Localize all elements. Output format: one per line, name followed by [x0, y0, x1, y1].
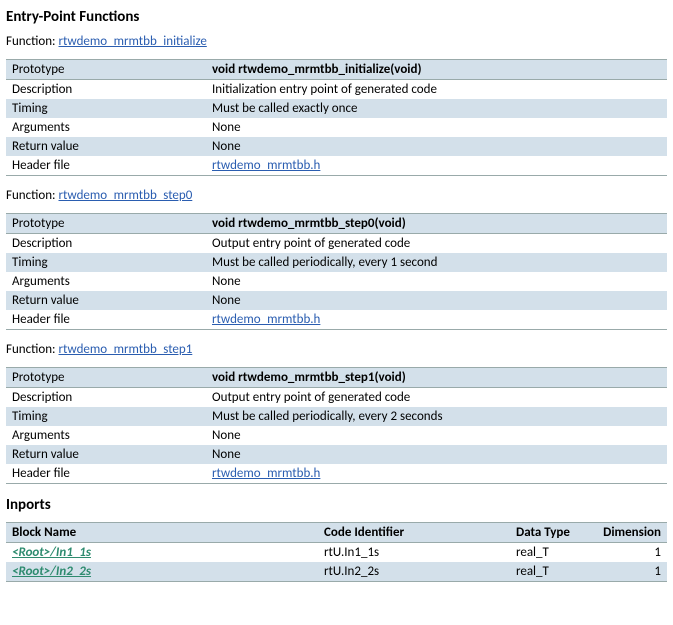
row-value: void rtwdemo_mrmtbb_step0(void) — [206, 214, 667, 234]
col-dimension: Dimension — [586, 523, 667, 543]
inport-link-in2[interactable]: <Root>/In2_2s — [12, 564, 91, 579]
row-value: Must be called periodically, every 2 sec… — [206, 407, 667, 426]
function-link-step0[interactable]: rtwdemo_mrmtbb_step0 — [59, 188, 193, 203]
row-value: None — [206, 291, 667, 310]
row-value: Output entry point of generated code — [206, 234, 667, 254]
header-file-link[interactable]: rtwdemo_mrmtbb.h — [212, 158, 320, 173]
col-data-type: Data Type — [510, 523, 586, 543]
row-value: None — [206, 118, 667, 137]
function-table-step1: Prototype void rtwdemo_mrmtbb_step1(void… — [6, 367, 667, 484]
row-value: rtwdemo_mrmtbb.h — [206, 464, 667, 484]
row-label: Description — [6, 234, 206, 254]
function-table-initialize: Prototype void rtwdemo_mrmtbb_initialize… — [6, 59, 667, 176]
inports-table: Block Name Code Identifier Data Type Dim… — [6, 522, 667, 582]
row-label: Timing — [6, 253, 206, 272]
row-value: None — [206, 272, 667, 291]
row-label: Header file — [6, 156, 206, 176]
function-link-initialize[interactable]: rtwdemo_mrmtbb_initialize — [59, 34, 207, 49]
cell-type: real_T — [510, 562, 586, 582]
col-code-id: Code Identifier — [318, 523, 510, 543]
function-label-line: Function: rtwdemo_mrmtbb_step0 — [6, 188, 667, 203]
function-label-line: Function: rtwdemo_mrmtbb_step1 — [6, 342, 667, 357]
function-link-step1[interactable]: rtwdemo_mrmtbb_step1 — [59, 342, 193, 357]
row-value: Initialization entry point of generated … — [206, 80, 667, 100]
row-value: void rtwdemo_mrmtbb_step1(void) — [206, 368, 667, 388]
row-label: Description — [6, 388, 206, 408]
cell-code: rtU.In2_2s — [318, 562, 510, 582]
row-value: Must be called periodically, every 1 sec… — [206, 253, 667, 272]
row-label: Header file — [6, 310, 206, 330]
inport-link-in1[interactable]: <Root>/In1_1s — [12, 545, 91, 560]
row-label: Arguments — [6, 272, 206, 291]
row-label: Prototype — [6, 214, 206, 234]
row-label: Return value — [6, 137, 206, 156]
row-label: Prototype — [6, 60, 206, 80]
col-block-name: Block Name — [6, 523, 318, 543]
row-label: Arguments — [6, 118, 206, 137]
row-value: rtwdemo_mrmtbb.h — [206, 310, 667, 330]
row-label: Prototype — [6, 368, 206, 388]
row-label: Description — [6, 80, 206, 100]
row-label: Arguments — [6, 426, 206, 445]
table-row: <Root>/In2_2s rtU.In2_2s real_T 1 — [6, 562, 667, 582]
header-file-link[interactable]: rtwdemo_mrmtbb.h — [212, 466, 320, 481]
cell-type: real_T — [510, 543, 586, 563]
row-value: Must be called exactly once — [206, 99, 667, 118]
row-label: Timing — [6, 407, 206, 426]
row-value: void rtwdemo_mrmtbb_initialize(void) — [206, 60, 667, 80]
cell-dim: 1 — [586, 562, 667, 582]
row-label: Return value — [6, 291, 206, 310]
function-table-step0: Prototype void rtwdemo_mrmtbb_step0(void… — [6, 213, 667, 330]
inports-heading: Inports — [6, 496, 667, 514]
row-label: Timing — [6, 99, 206, 118]
function-label: Function: — [6, 34, 56, 49]
cell-dim: 1 — [586, 543, 667, 563]
row-value: None — [206, 137, 667, 156]
entry-point-functions-heading: Entry-Point Functions — [6, 8, 667, 26]
function-label-line: Function: rtwdemo_mrmtbb_initialize — [6, 34, 667, 49]
header-file-link[interactable]: rtwdemo_mrmtbb.h — [212, 312, 320, 327]
function-label: Function: — [6, 342, 56, 357]
row-label: Return value — [6, 445, 206, 464]
cell-code: rtU.In1_1s — [318, 543, 510, 563]
row-value: None — [206, 426, 667, 445]
row-value: Output entry point of generated code — [206, 388, 667, 408]
table-row: <Root>/In1_1s rtU.In1_1s real_T 1 — [6, 543, 667, 563]
row-value: rtwdemo_mrmtbb.h — [206, 156, 667, 176]
row-label: Header file — [6, 464, 206, 484]
row-value: None — [206, 445, 667, 464]
function-label: Function: — [6, 188, 56, 203]
